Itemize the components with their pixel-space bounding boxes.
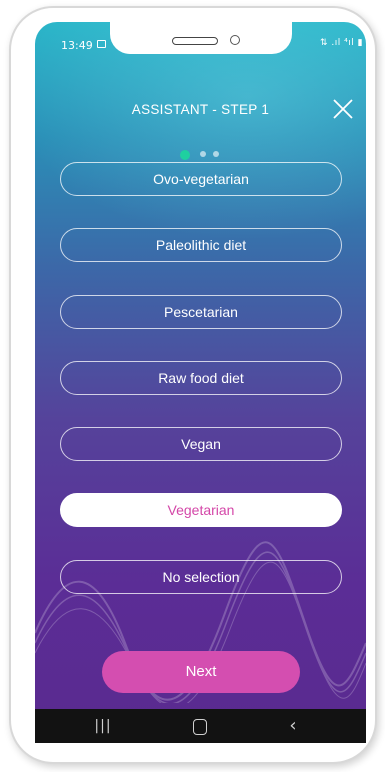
option-no-selection[interactable]: No selection xyxy=(60,560,342,594)
option-vegetarian[interactable]: Vegetarian xyxy=(60,493,342,527)
camera-icon xyxy=(230,35,240,45)
speaker-grille xyxy=(172,37,218,45)
option-ovo-vegetarian[interactable]: Ovo-vegetarian xyxy=(60,162,342,196)
phone-notch xyxy=(110,22,292,54)
app-screen: 13:49 ⇅ .ıl ⁴ıl ▮ ASSISTANT - STEP 1 Ovo… xyxy=(35,22,366,743)
close-icon[interactable] xyxy=(332,98,354,120)
home-icon xyxy=(193,718,207,735)
home-button[interactable] xyxy=(170,709,230,743)
option-pescetarian[interactable]: Pescetarian xyxy=(60,295,342,329)
option-raw-food-diet[interactable]: Raw food diet xyxy=(60,361,342,395)
status-time: 13:49 xyxy=(61,39,93,52)
option-paleolithic-diet[interactable]: Paleolithic diet xyxy=(60,228,342,262)
status-icons: ⇅ .ıl ⁴ıl ▮ xyxy=(320,38,364,48)
step-dot-active xyxy=(180,150,190,160)
back-button[interactable]: ‹ xyxy=(263,709,323,743)
next-button[interactable]: Next xyxy=(102,651,300,693)
page-title: ASSISTANT - STEP 1 xyxy=(131,102,270,117)
step-dot xyxy=(200,151,206,157)
image-icon xyxy=(97,40,106,48)
step-dot xyxy=(213,151,219,157)
option-vegan[interactable]: Vegan xyxy=(60,427,342,461)
recent-apps-button[interactable]: ||| xyxy=(73,709,133,743)
android-nav-bar: ||| ‹ xyxy=(35,709,366,743)
